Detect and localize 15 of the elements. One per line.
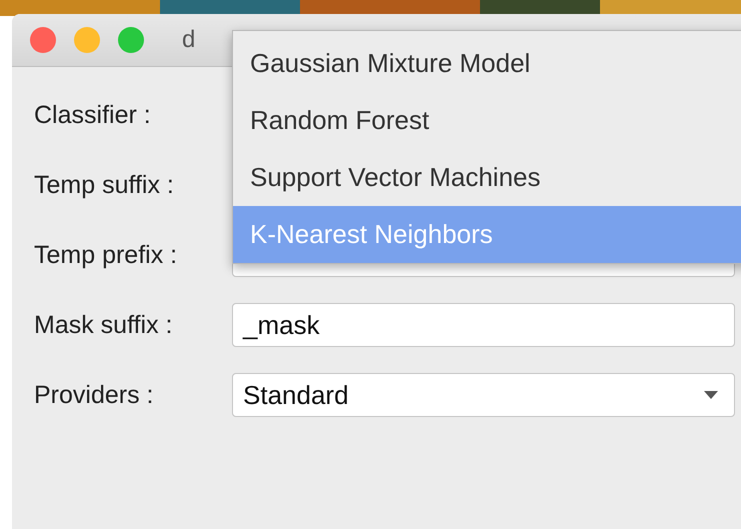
- providers-dropdown[interactable]: Standard: [232, 373, 735, 417]
- menu-item[interactable]: Support Vector Machines: [233, 149, 741, 206]
- field-label: Classifier :: [34, 100, 152, 130]
- field-label: Providers :: [34, 380, 154, 410]
- menu-item[interactable]: Random Forest: [233, 92, 741, 149]
- caret-icon: [704, 391, 718, 399]
- minimize-button[interactable]: [74, 27, 100, 53]
- field-label: Temp suffix :: [34, 170, 175, 200]
- menu-item[interactable]: Gaussian Mixture Model: [233, 35, 741, 92]
- close-button[interactable]: [30, 27, 56, 53]
- window-title: d: [182, 26, 196, 54]
- field-label: Mask suffix :: [34, 310, 174, 340]
- field-label: Temp prefix :: [34, 240, 178, 270]
- zoom-button[interactable]: [118, 27, 144, 53]
- text-field[interactable]: _mask: [232, 303, 735, 347]
